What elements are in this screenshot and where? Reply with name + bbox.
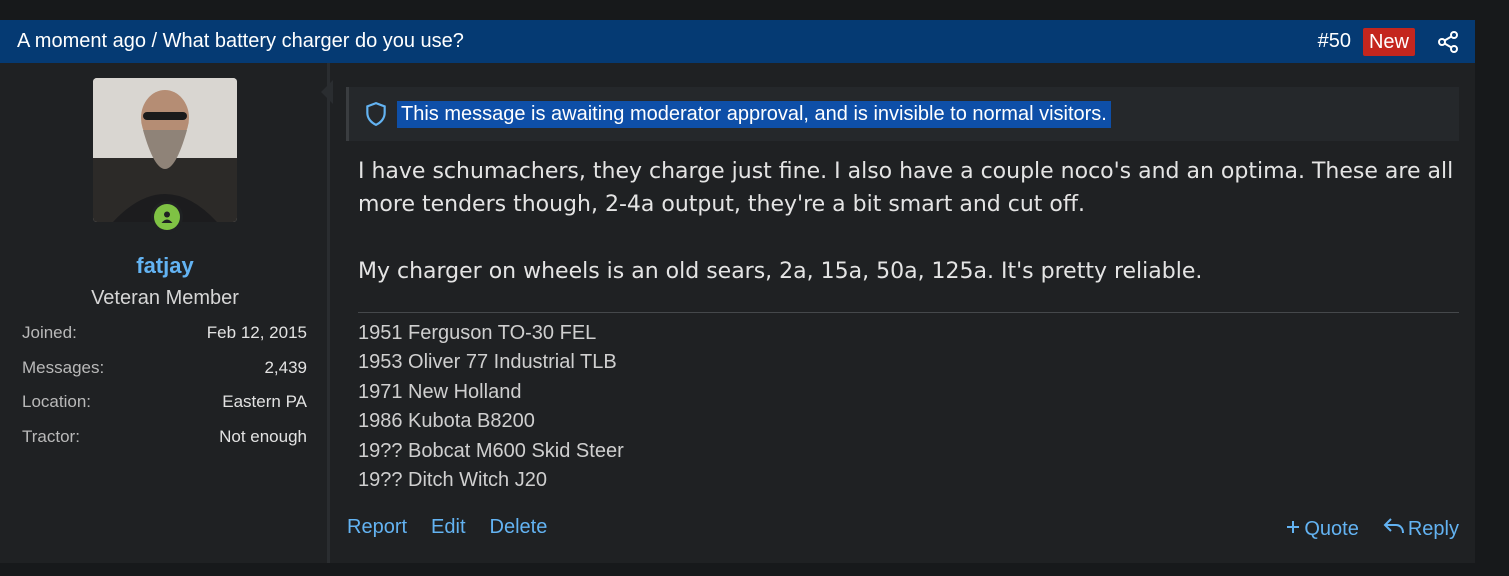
user-stats: Joined: Feb 12, 2015 Messages: 2,439 Loc…: [22, 322, 307, 460]
stat-row-messages: Messages: 2,439: [22, 357, 307, 392]
reply-icon: [1383, 516, 1405, 542]
signature-line: 1986 Kubota B8200: [358, 410, 535, 433]
stat-value: Feb 12, 2015: [206, 323, 307, 342]
stat-label: Joined:: [22, 323, 77, 342]
signature-line: 1971 New Holland: [358, 380, 522, 403]
stat-value[interactable]: 2,439: [264, 357, 307, 392]
shield-icon: [363, 100, 391, 128]
stat-label: Messages:: [22, 357, 105, 377]
report-button[interactable]: Report: [347, 516, 407, 539]
post-actions-left: Report Edit Delete: [347, 516, 547, 539]
post: fatjay Veteran Member Joined: Feb 12, 20…: [0, 63, 1475, 563]
post-number-link[interactable]: #50: [1318, 30, 1351, 53]
user-column: fatjay Veteran Member Joined: Feb 12, 20…: [0, 63, 330, 563]
quote-button[interactable]: Quote: [1285, 517, 1359, 541]
stat-value[interactable]: Eastern PA: [222, 391, 307, 426]
moderation-notice-text: This message is awaiting moderator appro…: [397, 100, 1111, 128]
signature-line: 1951 Ferguson TO-30 FEL: [358, 322, 597, 344]
signature: 1951 Ferguson TO-30 FEL 1953 Oliver 77 I…: [358, 312, 1459, 495]
new-badge: New: [1362, 27, 1415, 56]
message-body: I have schumachers, they charge just fin…: [358, 155, 1458, 322]
post-header: A moment ago / What battery charger do y…: [0, 20, 1475, 63]
stat-row-location: Location: Eastern PA: [22, 391, 307, 426]
stat-label: Tractor:: [22, 426, 80, 446]
plus-icon: [1285, 518, 1301, 541]
stat-row-joined: Joined: Feb 12, 2015: [22, 322, 307, 357]
edit-button[interactable]: Edit: [431, 516, 465, 539]
reply-label: Reply: [1407, 517, 1459, 540]
post-breadcrumb-link[interactable]: A moment ago / What battery charger do y…: [17, 30, 464, 53]
moderation-notice: This message is awaiting moderator appro…: [346, 87, 1459, 141]
user-title: Veteran Member: [91, 287, 239, 309]
signature-line: 1953 Oliver 77 Industrial TLB: [358, 351, 617, 374]
username-link[interactable]: fatjay: [0, 253, 330, 279]
stat-label: Location:: [22, 392, 91, 411]
delete-button[interactable]: Delete: [490, 516, 548, 539]
share-icon[interactable]: [1435, 29, 1461, 55]
message-paragraph: My charger on wheels is an old sears, 2a…: [358, 259, 1203, 284]
stat-row-tractor: Tractor: Not enough: [22, 426, 307, 461]
quote-label: Quote: [1304, 517, 1359, 540]
user-online-icon: [151, 201, 183, 233]
signature-line: 19?? Ditch Witch J20: [358, 468, 547, 491]
post-header-right: #50 New: [1318, 27, 1461, 56]
reply-button[interactable]: Reply: [1383, 516, 1459, 542]
message-column: This message is awaiting moderator appro…: [330, 63, 1475, 563]
post-actions-right: Quote Reply: [1285, 516, 1459, 542]
stat-value: Not enough: [219, 426, 307, 446]
message-paragraph: I have schumachers, they charge just fin…: [358, 159, 1454, 217]
signature-line: 19?? Bobcat M600 Skid Steer: [358, 439, 624, 462]
